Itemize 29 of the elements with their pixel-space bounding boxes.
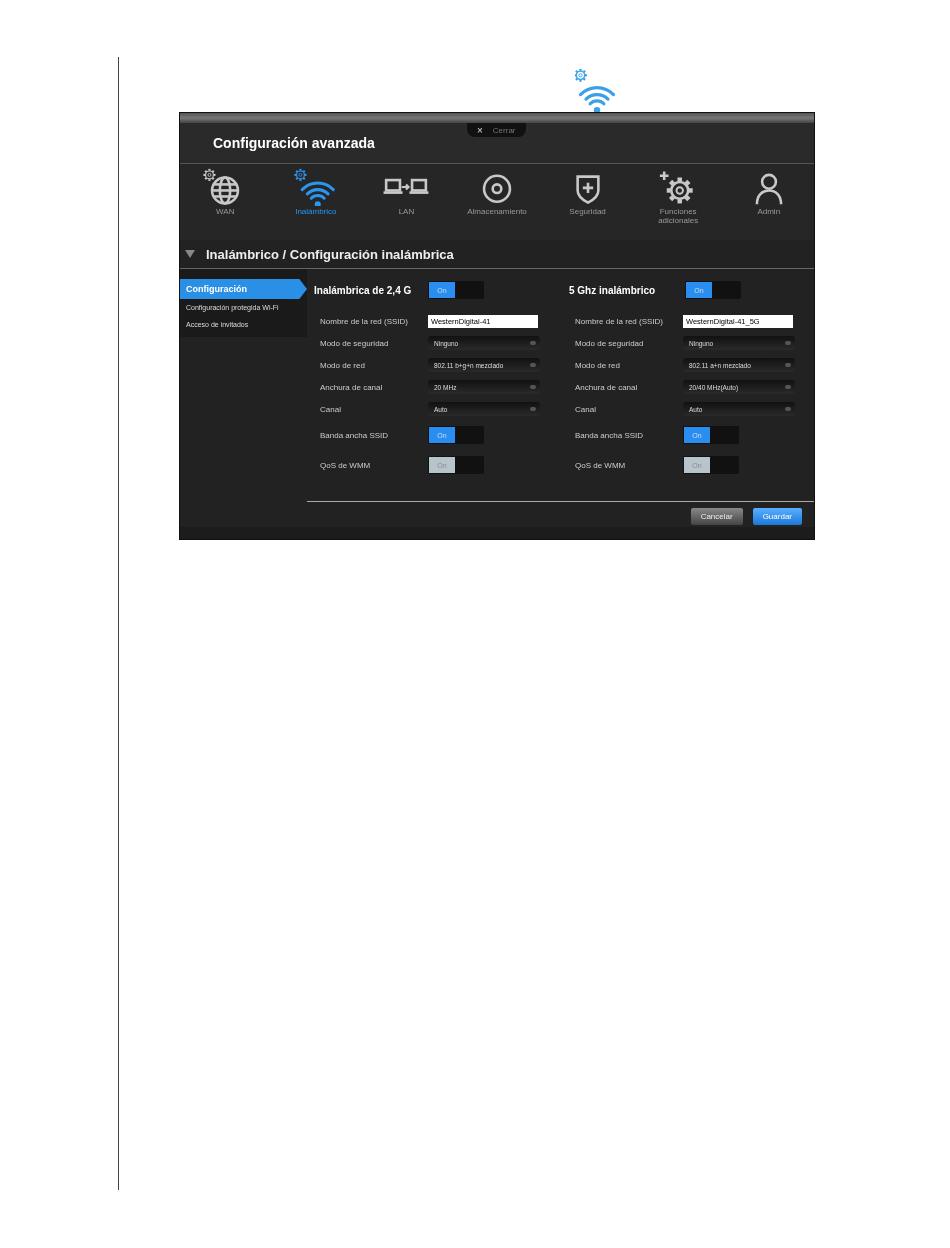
nav-tab[interactable]: Almacenamiento [451, 164, 543, 240]
nav-tab[interactable]: Inalámbrico [270, 164, 362, 240]
nav-tab[interactable]: Funciones adicionales [632, 164, 724, 240]
field-label: Nombre de la red (SSID) [575, 316, 665, 326]
window-title: Configuración avanzada [213, 135, 375, 151]
field-label: QoS de WMM [575, 460, 627, 470]
field-label: Banda ancha SSID [320, 430, 390, 440]
close-button[interactable]: × Cerrar [467, 123, 526, 137]
save-button[interactable]: Guardar [752, 508, 802, 525]
field-label: Banda ancha SSID [575, 430, 645, 440]
field-label: Modo de red [320, 360, 366, 370]
field-label: Canal [320, 404, 342, 414]
nav-tab[interactable]: Admin [723, 164, 815, 240]
field-label: Modo de seguridad [575, 338, 645, 348]
cancel-button[interactable]: Cancelar [690, 508, 743, 525]
section-title: 5 Ghz inalámbrico [569, 284, 657, 296]
field-label: Anchura de canal [575, 382, 639, 392]
field-label: Nombre de la red (SSID) [320, 316, 410, 326]
section-title: Inalámbrica de 2,4 G [314, 284, 413, 296]
field-label: QoS de WMM [320, 460, 372, 470]
field-label: Anchura de canal [320, 382, 384, 392]
nav-tab[interactable]: WAN [180, 164, 271, 240]
field-label: Modo de seguridad [320, 338, 390, 348]
field-label: Modo de red [575, 360, 621, 370]
page-heading: Inalámbrico / Configuración inalámbrica [206, 246, 454, 262]
nav-tab[interactable]: Seguridad [542, 164, 633, 240]
sidebar-item[interactable]: Configuración [180, 279, 307, 299]
nav-tab[interactable]: LAN [361, 164, 452, 240]
field-label: Canal [575, 404, 597, 414]
